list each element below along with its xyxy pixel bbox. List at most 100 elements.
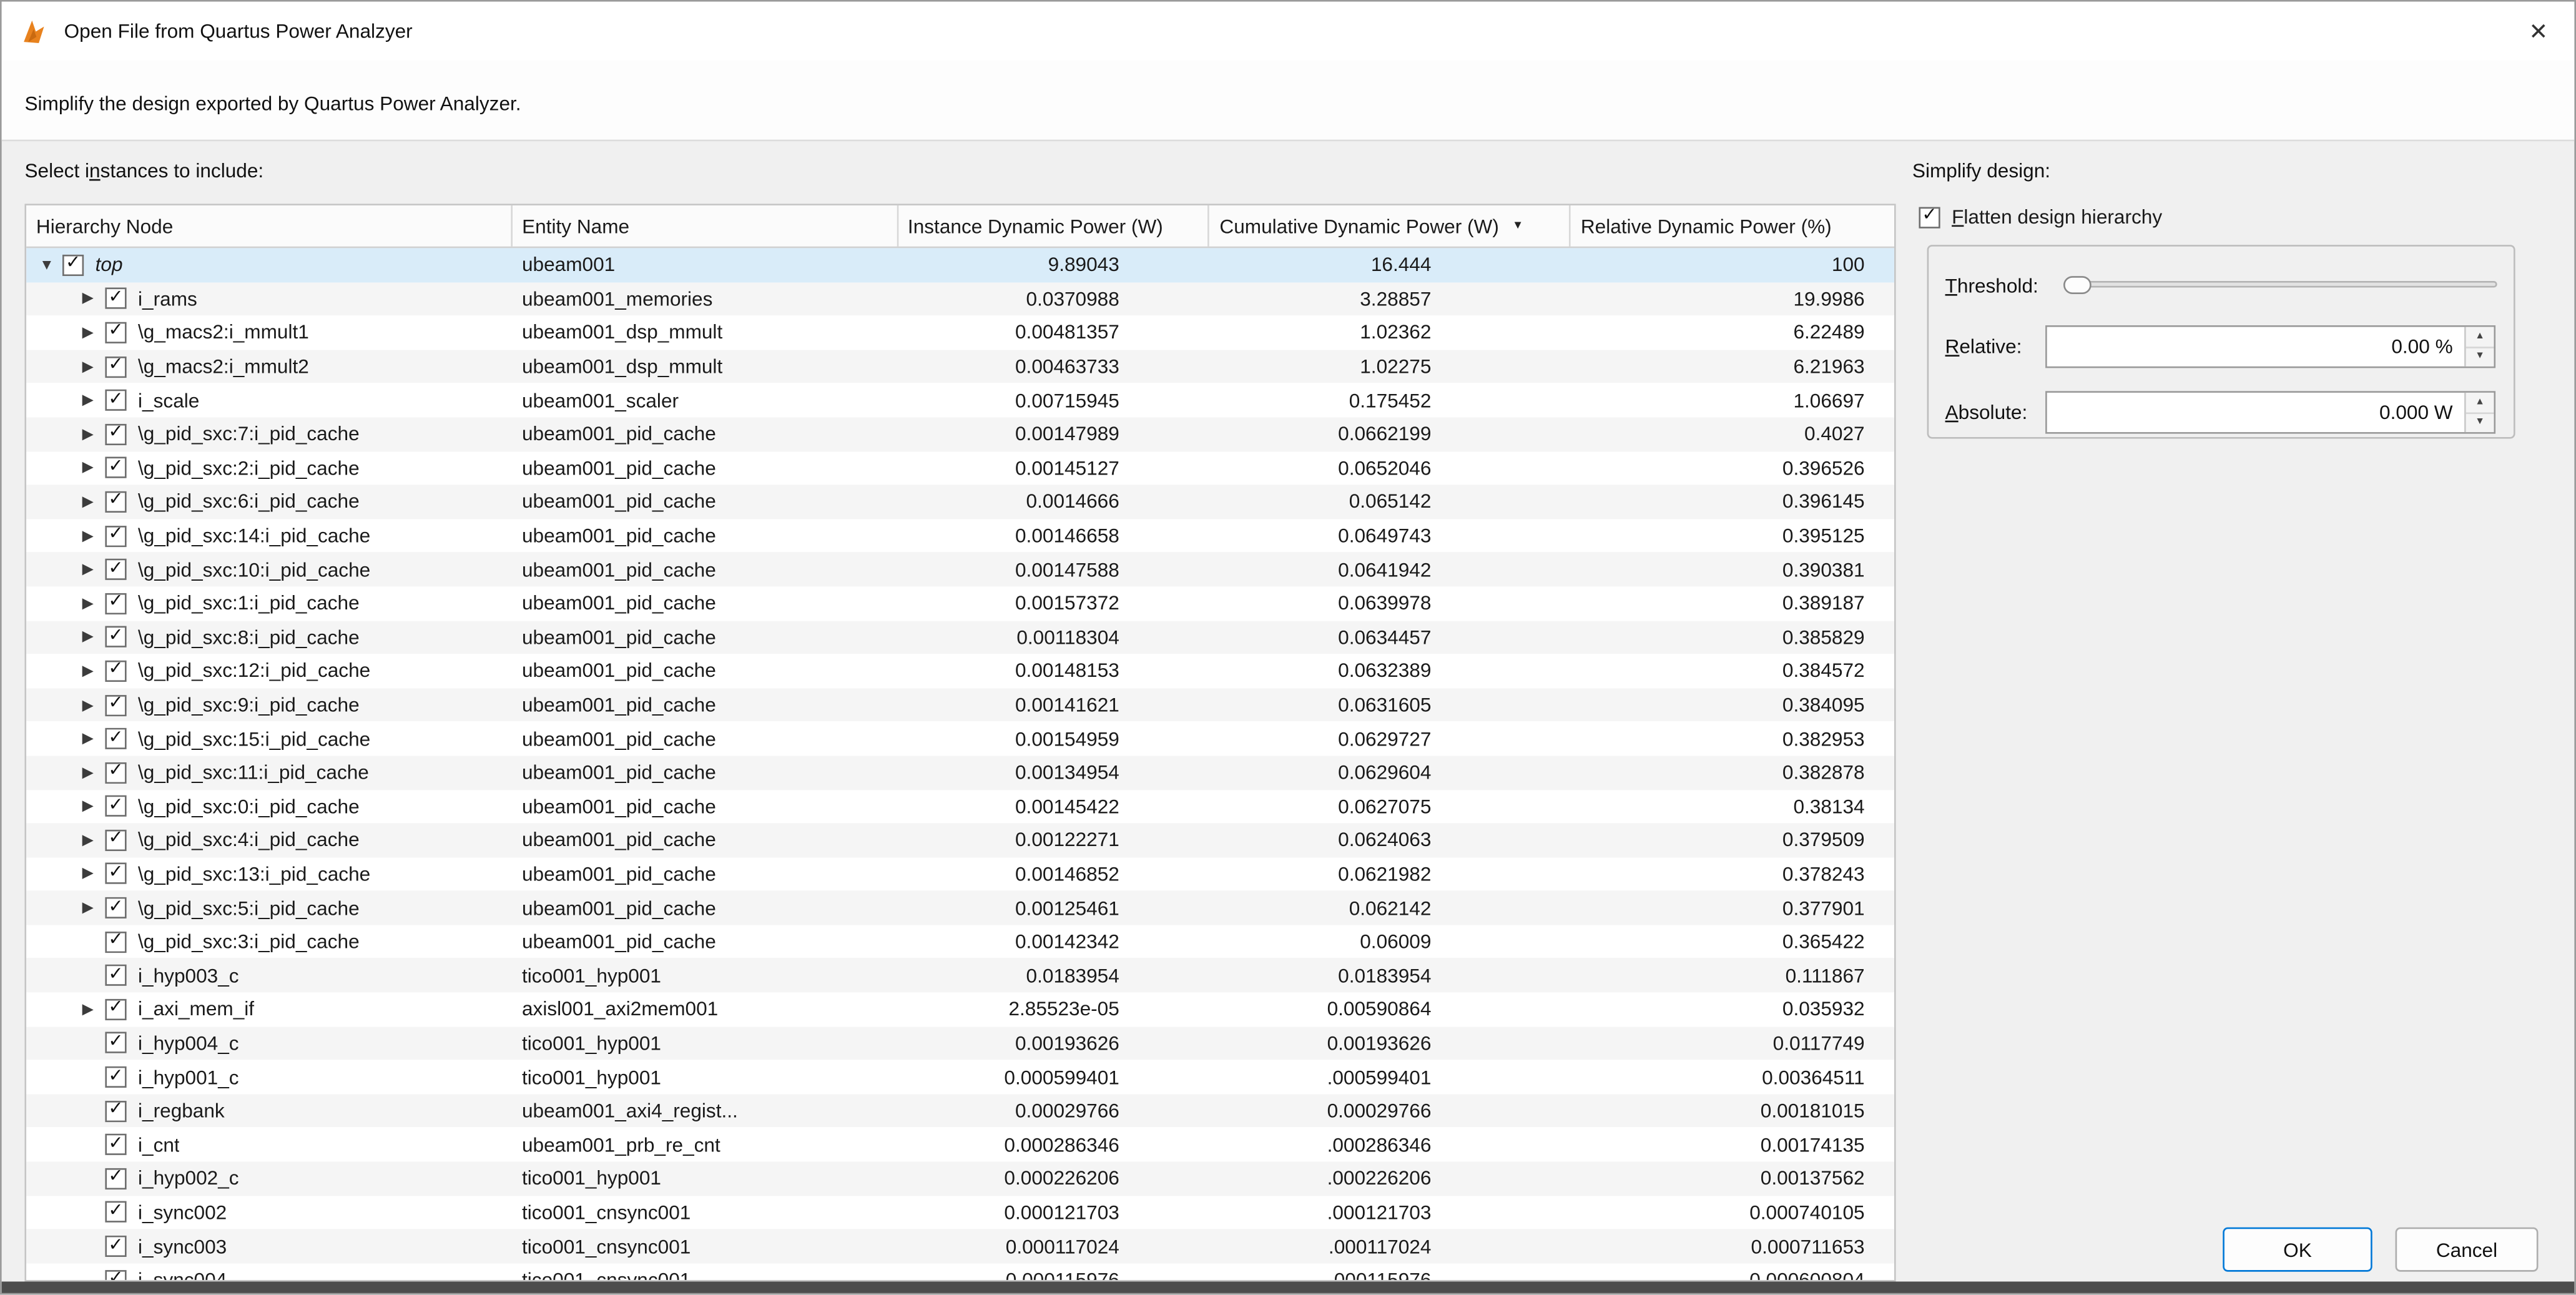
row-checkbox[interactable]: ✓ xyxy=(105,559,126,580)
spin-down-button[interactable]: ▼ xyxy=(2466,348,2494,367)
table-row[interactable]: ▶✓\g_pid_sxc:6:i_pid_cacheubeam001_pid_c… xyxy=(26,485,1894,519)
collapsed-arrow-icon[interactable]: ▶ xyxy=(82,358,106,376)
row-checkbox[interactable]: ✓ xyxy=(105,1134,126,1155)
row-checkbox[interactable]: ✓ xyxy=(105,965,126,986)
table-row[interactable]: ▶✓\g_pid_sxc:4:i_pid_cacheubeam001_pid_c… xyxy=(26,824,1894,857)
flatten-checkbox-row[interactable]: ✓ Flatten design hierarchy xyxy=(1919,205,2162,229)
row-checkbox[interactable]: ✓ xyxy=(105,491,126,513)
table-row[interactable]: ▶✓\g_pid_sxc:14:i_pid_cacheubeam001_pid_… xyxy=(26,519,1894,553)
column-header-cumulative-dynamic-power[interactable]: Cumulative Dynamic Power (W) ▼ xyxy=(1210,205,1571,247)
row-checkbox[interactable]: ✓ xyxy=(105,897,126,918)
table-row[interactable]: ▶✓\g_pid_sxc:2:i_pid_cacheubeam001_pid_c… xyxy=(26,451,1894,485)
flatten-checkbox[interactable]: ✓ xyxy=(1919,206,1940,227)
collapsed-arrow-icon[interactable]: ▶ xyxy=(82,865,106,883)
collapsed-arrow-icon[interactable]: ▶ xyxy=(82,730,106,748)
relative-spinbox[interactable]: 0.00 % ▲ ▼ xyxy=(2045,325,2495,368)
row-checkbox[interactable]: ✓ xyxy=(105,356,126,377)
collapsed-arrow-icon[interactable]: ▶ xyxy=(82,797,106,815)
table-row[interactable]: ▶✓\g_pid_sxc:12:i_pid_cacheubeam001_pid_… xyxy=(26,654,1894,688)
row-checkbox[interactable]: ✓ xyxy=(105,1168,126,1189)
collapsed-arrow-icon[interactable]: ▶ xyxy=(82,459,106,477)
row-checkbox[interactable]: ✓ xyxy=(105,830,126,851)
column-header-hierarchy-node[interactable]: Hierarchy Node xyxy=(26,205,512,247)
row-checkbox[interactable]: ✓ xyxy=(105,694,126,716)
table-row[interactable]: ▶✓\g_pid_sxc:7:i_pid_cacheubeam001_pid_c… xyxy=(26,417,1894,451)
relative-spinbox-value[interactable]: 0.00 % xyxy=(2047,335,2464,358)
row-checkbox[interactable]: ✓ xyxy=(105,795,126,817)
column-header-entity-name[interactable]: Entity Name xyxy=(512,205,898,247)
table-row[interactable]: ✓i_hyp004_ctico001_hyp0010.001936260.001… xyxy=(26,1027,1894,1060)
table-row[interactable]: ▶✓\g_pid_sxc:10:i_pid_cacheubeam001_pid_… xyxy=(26,553,1894,586)
row-checkbox[interactable]: ✓ xyxy=(105,390,126,411)
collapsed-arrow-icon[interactable]: ▶ xyxy=(82,561,106,579)
row-checkbox[interactable]: ✓ xyxy=(105,457,126,478)
table-row[interactable]: ✓i_cntubeam001_prb_re_cnt0.000286346.000… xyxy=(26,1128,1894,1161)
collapsed-arrow-icon[interactable]: ▶ xyxy=(82,493,106,511)
table-row[interactable]: ✓i_sync003tico001_cnsync0010.000117024.0… xyxy=(26,1229,1894,1263)
row-checkbox[interactable]: ✓ xyxy=(105,288,126,310)
table-row[interactable]: ▶✓\g_pid_sxc:9:i_pid_cacheubeam001_pid_c… xyxy=(26,688,1894,722)
collapsed-arrow-icon[interactable]: ▶ xyxy=(82,764,106,782)
table-row[interactable]: ✓i_regbankubeam001_axi4_regist...0.00029… xyxy=(26,1094,1894,1128)
table-row[interactable]: ▶✓\g_macs2:i_mmult2ubeam001_dsp_mmult0.0… xyxy=(26,350,1894,383)
row-checkbox[interactable]: ✓ xyxy=(62,254,84,275)
collapsed-arrow-icon[interactable]: ▶ xyxy=(82,628,106,646)
cancel-button[interactable]: Cancel xyxy=(2396,1228,2539,1272)
row-checkbox[interactable]: ✓ xyxy=(105,1100,126,1121)
absolute-spinbox-value[interactable]: 0.000 W xyxy=(2047,401,2464,424)
table-row[interactable]: ▶✓\g_pid_sxc:11:i_pid_cacheubeam001_pid_… xyxy=(26,756,1894,789)
collapsed-arrow-icon[interactable]: ▶ xyxy=(82,899,106,917)
column-header-instance-dynamic-power[interactable]: Instance Dynamic Power (W) xyxy=(898,205,1210,247)
collapsed-arrow-icon[interactable]: ▶ xyxy=(82,662,106,680)
spin-up-button[interactable]: ▲ xyxy=(2466,393,2494,413)
expanded-arrow-icon[interactable]: ▼ xyxy=(39,257,62,273)
collapsed-arrow-icon[interactable]: ▶ xyxy=(82,1000,106,1018)
collapsed-arrow-icon[interactable]: ▶ xyxy=(82,391,106,410)
row-checkbox[interactable]: ✓ xyxy=(105,864,126,885)
row-checkbox[interactable]: ✓ xyxy=(105,322,126,343)
table-row[interactable]: ✓\g_pid_sxc:3:i_pid_cacheubeam001_pid_ca… xyxy=(26,925,1894,958)
row-checkbox[interactable]: ✓ xyxy=(105,999,126,1020)
row-checkbox[interactable]: ✓ xyxy=(105,593,126,614)
table-row[interactable]: ▶✓\g_pid_sxc:5:i_pid_cacheubeam001_pid_c… xyxy=(26,891,1894,925)
table-row[interactable]: ▶✓\g_pid_sxc:8:i_pid_cacheubeam001_pid_c… xyxy=(26,620,1894,654)
column-header-relative-dynamic-power[interactable]: Relative Dynamic Power (%) xyxy=(1571,205,1894,247)
collapsed-arrow-icon[interactable]: ▶ xyxy=(82,425,106,443)
spin-down-button[interactable]: ▼ xyxy=(2466,413,2494,432)
slider-track[interactable] xyxy=(2063,281,2497,288)
collapsed-arrow-icon[interactable]: ▶ xyxy=(82,696,106,714)
table-row[interactable]: ▶✓i_axi_mem_ifaxisl001_axi2mem0012.85523… xyxy=(26,993,1894,1027)
spin-up-button[interactable]: ▲ xyxy=(2466,327,2494,348)
table-row[interactable]: ✓i_sync002tico001_cnsync0010.000121703.0… xyxy=(26,1196,1894,1229)
table-row[interactable]: ▶✓\g_pid_sxc:0:i_pid_cacheubeam001_pid_c… xyxy=(26,789,1894,823)
table-row[interactable]: ▶✓i_scaleubeam001_scaler0.007159450.1754… xyxy=(26,383,1894,417)
table-row[interactable]: ▶✓\g_pid_sxc:1:i_pid_cacheubeam001_pid_c… xyxy=(26,586,1894,620)
row-checkbox[interactable]: ✓ xyxy=(105,525,126,546)
slider-handle[interactable] xyxy=(2063,276,2092,294)
close-button[interactable]: ✕ xyxy=(2529,16,2548,46)
collapsed-arrow-icon[interactable]: ▶ xyxy=(82,594,106,613)
table-row[interactable]: ✓i_hyp003_ctico001_hyp0010.01839540.0183… xyxy=(26,958,1894,992)
table-row[interactable]: ▶✓\g_pid_sxc:13:i_pid_cacheubeam001_pid_… xyxy=(26,857,1894,891)
table-row[interactable]: ▶✓i_ramsubeam001_memories0.03709883.2885… xyxy=(26,282,1894,316)
table-row[interactable]: ✓i_hyp002_ctico001_hyp0010.000226206.000… xyxy=(26,1161,1894,1195)
row-checkbox[interactable]: ✓ xyxy=(105,931,126,952)
row-checkbox[interactable]: ✓ xyxy=(105,1066,126,1088)
threshold-slider[interactable] xyxy=(2063,266,2497,302)
table-row[interactable]: ✓i_sync004tico001_cnsync0010.000115976.0… xyxy=(26,1263,1894,1281)
absolute-spinbox[interactable]: 0.000 W ▲ ▼ xyxy=(2045,391,2495,433)
row-checkbox[interactable]: ✓ xyxy=(105,1236,126,1257)
collapsed-arrow-icon[interactable]: ▶ xyxy=(82,831,106,849)
table-row[interactable]: ✓i_hyp001_ctico001_hyp0010.000599401.000… xyxy=(26,1060,1894,1094)
row-checkbox[interactable]: ✓ xyxy=(105,1269,126,1281)
row-checkbox[interactable]: ✓ xyxy=(105,1202,126,1223)
ok-button[interactable]: OK xyxy=(2223,1228,2372,1272)
collapsed-arrow-icon[interactable]: ▶ xyxy=(82,290,106,308)
row-checkbox[interactable]: ✓ xyxy=(105,423,126,445)
row-checkbox[interactable]: ✓ xyxy=(105,626,126,648)
table-row[interactable]: ▶✓\g_macs2:i_mmult1ubeam001_dsp_mmult0.0… xyxy=(26,316,1894,350)
collapsed-arrow-icon[interactable]: ▶ xyxy=(82,323,106,342)
table-row[interactable]: ▼✓topubeam0019.8904316.444100 xyxy=(26,248,1894,282)
table-row[interactable]: ▶✓\g_pid_sxc:15:i_pid_cacheubeam001_pid_… xyxy=(26,722,1894,756)
row-checkbox[interactable]: ✓ xyxy=(105,661,126,682)
